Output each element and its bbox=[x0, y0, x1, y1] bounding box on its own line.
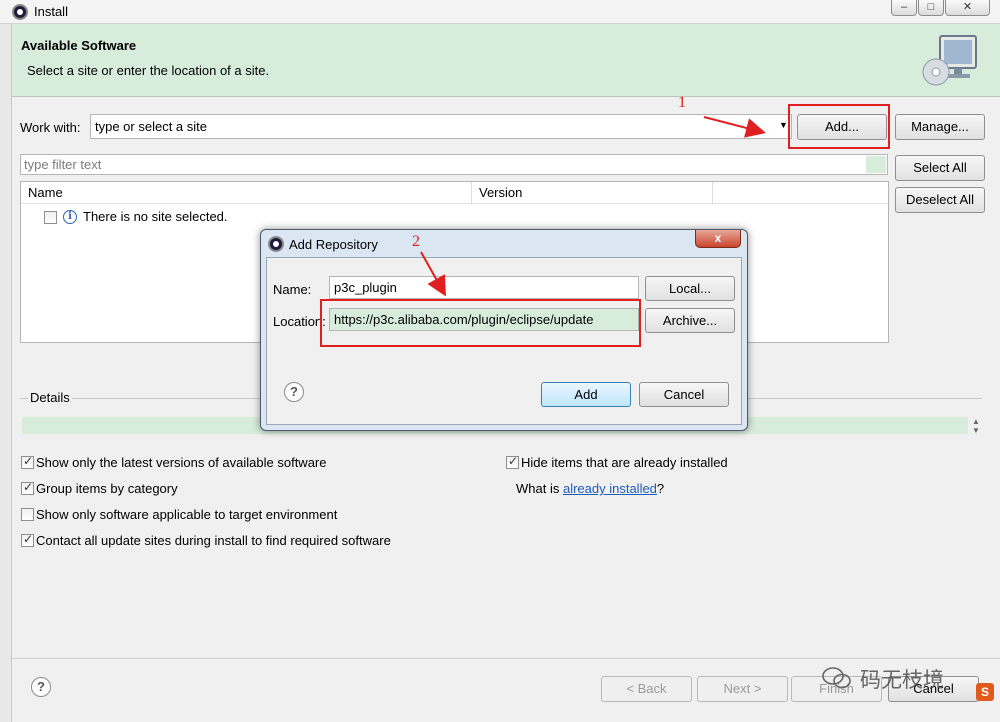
watermark-text: 码无枝境 bbox=[860, 669, 944, 692]
annotation-arrow-1 bbox=[703, 116, 766, 138]
watermark-badge: S bbox=[976, 683, 994, 701]
annotation-arrows bbox=[420, 116, 766, 297]
wechat-icon bbox=[822, 667, 851, 689]
annotation-arrow-2 bbox=[420, 251, 446, 297]
